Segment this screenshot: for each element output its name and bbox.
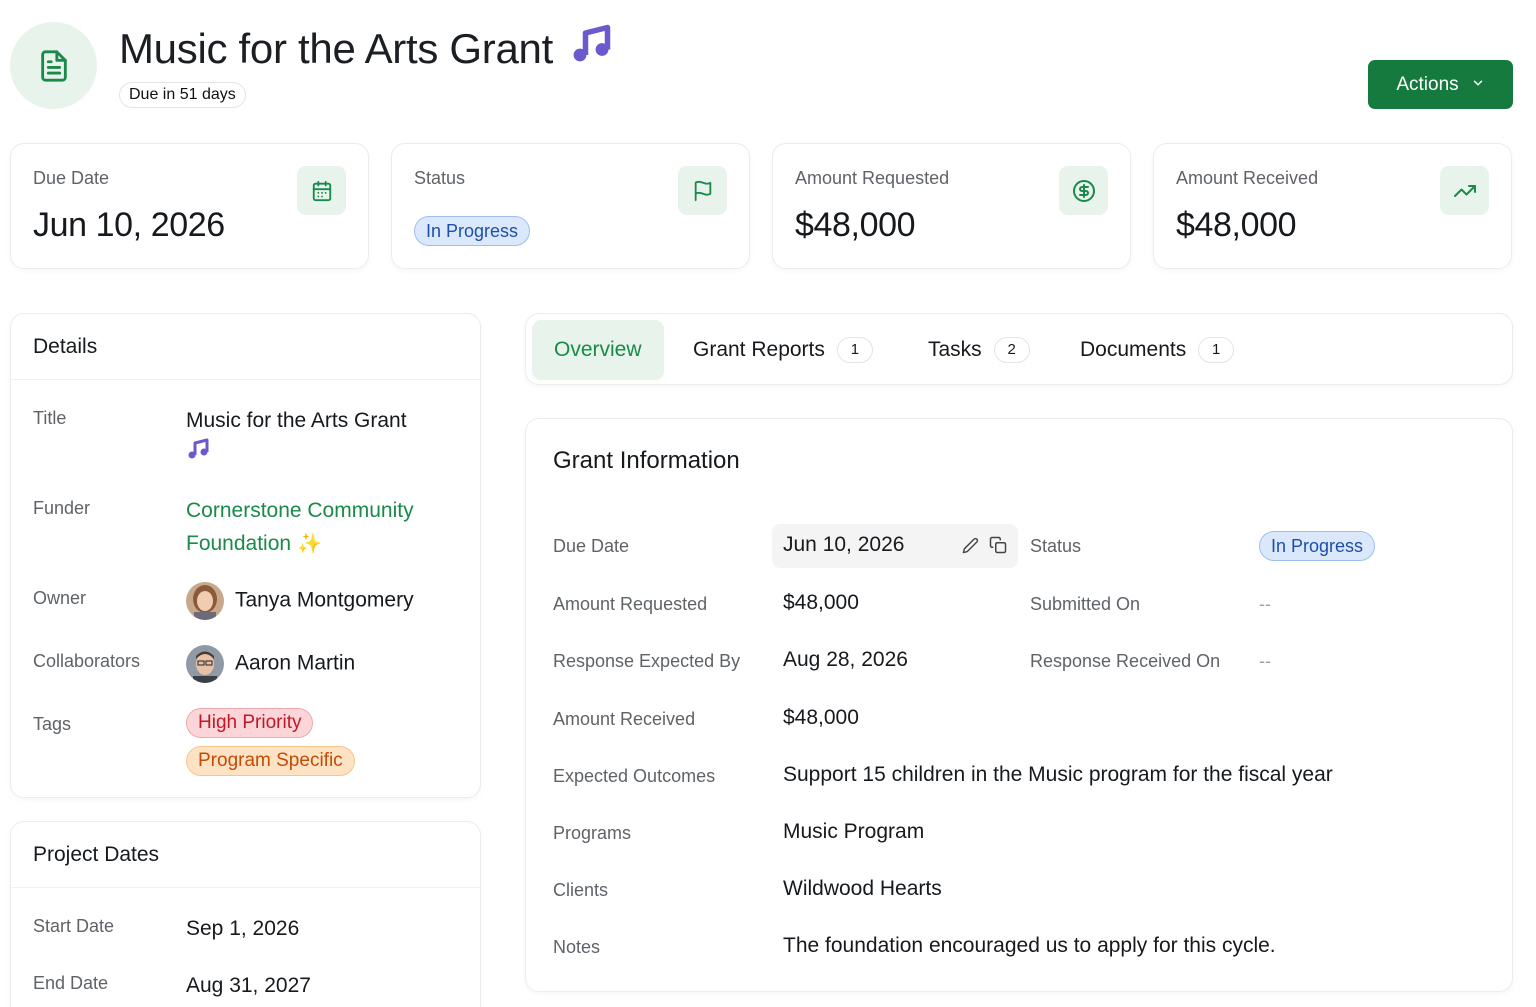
client-link[interactable]: Wildwood Hearts [783, 877, 942, 901]
details-panel: Details Title Music for the Arts Grant F… [10, 313, 481, 798]
start-date-value: Sep 1, 2026 [186, 917, 300, 940]
field-label: Expected Outcomes [553, 766, 716, 786]
stat-card-due-date: Due Date Jun 10, 2026 [10, 143, 369, 269]
grant-information-panel: Grant Information Due Date Jun 10, 2026 … [525, 418, 1513, 992]
tab-bar: Overview Grant Reports 1 Tasks 2 Documen… [525, 313, 1513, 385]
details-heading: Details [11, 314, 480, 380]
program-link[interactable]: Music Program [783, 820, 924, 844]
field-label: Amount Requested [553, 594, 708, 614]
stat-label: Due Date [33, 168, 110, 188]
owner-name: Tanya Montgomery [235, 588, 414, 612]
trending-up-icon [1440, 166, 1489, 215]
field-label: Submitted On [1030, 594, 1141, 614]
due-date-field[interactable]: Jun 10, 2026 [772, 524, 1018, 568]
page-title: Music for the Arts Grant [119, 22, 613, 76]
amount-received-value: $48,000 [783, 706, 859, 729]
dollar-circle-icon [1059, 166, 1108, 215]
status-badge: In Progress [414, 216, 531, 246]
submitted-on-value: -- [1259, 594, 1271, 614]
calendar-icon [297, 166, 346, 215]
detail-title-value: Music for the Arts Grant [186, 404, 456, 471]
music-note-icon [186, 438, 210, 466]
actions-label: Actions [1396, 73, 1459, 95]
field-label: Programs [553, 823, 632, 843]
project-dates-heading: Project Dates [11, 822, 480, 888]
stat-label: Amount Received [1176, 168, 1319, 188]
tab-documents[interactable]: Documents 1 [1080, 320, 1235, 380]
tab-label: Grant Reports [693, 338, 825, 361]
tab-label: Tasks [928, 338, 982, 361]
response-expected-value: Aug 28, 2026 [783, 648, 908, 671]
grant-information-heading: Grant Information [553, 447, 740, 474]
field-label: Response Received On [1030, 651, 1221, 671]
stat-value: $48,000 [795, 206, 916, 244]
field-label: Due Date [553, 536, 630, 556]
stat-card-amount-received: Amount Received $48,000 [1153, 143, 1512, 269]
collaborator-name: Aaron Martin [235, 651, 356, 675]
detail-label: Title [33, 408, 67, 428]
detail-label: End Date [33, 973, 109, 993]
tab-tasks[interactable]: Tasks 2 [928, 320, 1030, 380]
status-badge: In Progress [1259, 531, 1376, 561]
page-title-text: Music for the Arts Grant [119, 25, 553, 72]
tag-high-priority[interactable]: High Priority [186, 708, 314, 738]
tab-label: Documents [1080, 338, 1187, 361]
detail-label: Funder [33, 498, 91, 518]
detail-label: Tags [33, 714, 72, 734]
tab-count-badge: 1 [836, 337, 873, 363]
due-date-value: Jun 10, 2026 [783, 533, 905, 556]
flag-icon [678, 166, 727, 215]
tag-program-specific[interactable]: Program Specific [186, 746, 355, 776]
music-note-icon [569, 22, 613, 76]
sparkle-icon: ✨ [296, 533, 322, 555]
tab-label: Overview [554, 338, 642, 361]
field-label: Response Expected By [553, 651, 741, 671]
amount-requested-value: $48,000 [783, 591, 859, 614]
tab-count-badge: 1 [1198, 337, 1235, 363]
owner-value[interactable]: Tanya Montgomery [186, 582, 414, 620]
collaborator-value[interactable]: Aaron Martin [186, 645, 355, 683]
avatar [186, 582, 224, 620]
detail-title-text: Music for the Arts Grant [186, 409, 407, 432]
chevron-down-icon [1471, 74, 1485, 96]
expected-outcomes-value: Support 15 children in the Music program… [783, 763, 1333, 786]
tab-overview[interactable]: Overview [532, 320, 664, 380]
stat-value: Jun 10, 2026 [33, 206, 225, 244]
response-received-value: -- [1259, 651, 1271, 671]
field-label: Amount Received [553, 709, 696, 729]
stat-label: Status [414, 168, 466, 188]
tab-count-badge: 2 [993, 337, 1030, 363]
grant-document-icon [10, 22, 97, 109]
detail-label: Start Date [33, 916, 115, 936]
field-label: Notes [553, 937, 601, 957]
funder-link[interactable]: Cornerstone Community Foundation ✨ [186, 494, 456, 561]
project-dates-panel: Project Dates Start Date Sep 1, 2026 End… [10, 821, 481, 1007]
actions-button[interactable]: Actions [1368, 60, 1513, 109]
edit-pencil-icon[interactable] [962, 537, 979, 559]
stat-value: $48,000 [1176, 206, 1297, 244]
copy-icon[interactable] [989, 536, 1007, 559]
detail-label: Owner [33, 588, 87, 608]
end-date-value: Aug 31, 2027 [186, 974, 311, 997]
due-in-badge: Due in 51 days [119, 82, 246, 108]
stat-card-status: Status In Progress [391, 143, 750, 269]
tab-grant-reports[interactable]: Grant Reports 1 [693, 320, 873, 380]
field-label: Status [1030, 536, 1082, 556]
stat-card-amount-requested: Amount Requested $48,000 [772, 143, 1131, 269]
stat-label: Amount Requested [795, 168, 950, 188]
avatar [186, 645, 224, 683]
field-label: Clients [553, 880, 609, 900]
notes-value: The foundation encouraged us to apply fo… [783, 934, 1276, 957]
detail-label: Collaborators [33, 651, 141, 671]
